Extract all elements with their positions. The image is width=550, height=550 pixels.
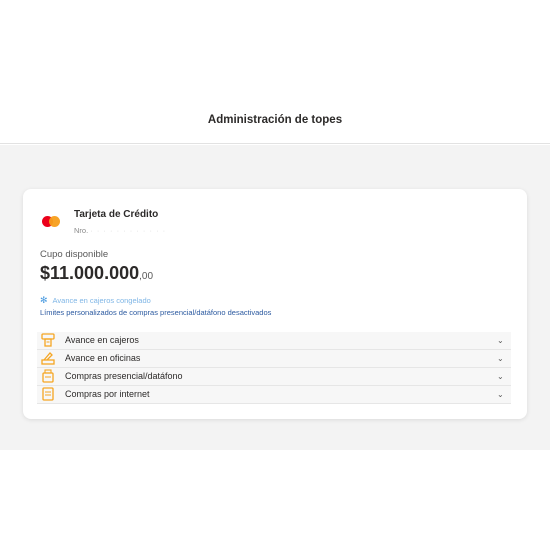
pos-terminal-icon	[40, 369, 56, 383]
available-credit-value: $11.000.000	[40, 263, 140, 283]
menu-item-office-advance[interactable]: Avance en oficinas ⌄	[37, 350, 511, 368]
chevron-down-icon: ⌄	[497, 353, 504, 363]
available-credit-amount: $11.000.000,00	[40, 263, 153, 284]
menu-item-pos-purchases[interactable]: Compras presencial/datáfono ⌄	[37, 368, 511, 386]
office-icon	[40, 351, 56, 365]
available-credit-cents: ,00	[139, 271, 154, 282]
limits-menu: Avance en cajeros ⌄ Avance en oficinas ⌄…	[37, 332, 511, 404]
page-title: Administración de topes	[207, 114, 343, 126]
card-number-masked: · · · · · · · · · · · ·	[90, 226, 167, 235]
online-purchase-icon	[40, 387, 56, 401]
available-credit-label: Cupo disponible	[40, 249, 109, 260]
atm-frozen-status: ✻ Avance en cajeros congelado	[40, 295, 151, 306]
menu-item-label: Avance en cajeros	[65, 335, 139, 346]
card-number: Nro. · · · · · · · · · · · ·	[74, 226, 166, 235]
atm-frozen-text: Avance en cajeros congelado	[52, 296, 151, 305]
chevron-down-icon: ⌄	[497, 371, 504, 381]
mastercard-logo-icon	[42, 216, 60, 227]
snowflake-icon: ✻	[40, 295, 48, 305]
chevron-down-icon: ⌄	[497, 335, 504, 345]
atm-icon	[40, 333, 56, 347]
menu-item-label: Compras por internet	[65, 389, 150, 400]
card-name: Tarjeta de Crédito	[74, 209, 159, 220]
top-bar: Administración de topes	[0, 0, 550, 144]
menu-item-label: Compras presencial/datáfono	[65, 371, 183, 382]
menu-item-atm-advance[interactable]: Avance en cajeros ⌄	[37, 332, 511, 350]
chevron-down-icon: ⌄	[497, 389, 504, 399]
credit-card-panel: Tarjeta de Crédito Nro. · · · · · · · · …	[23, 189, 527, 419]
limits-status: Límites personalizados de compras presen…	[40, 308, 272, 317]
menu-item-label: Avance en oficinas	[65, 353, 141, 364]
card-number-prefix: Nro.	[74, 226, 89, 235]
menu-item-online-purchases[interactable]: Compras por internet ⌄	[37, 386, 511, 404]
